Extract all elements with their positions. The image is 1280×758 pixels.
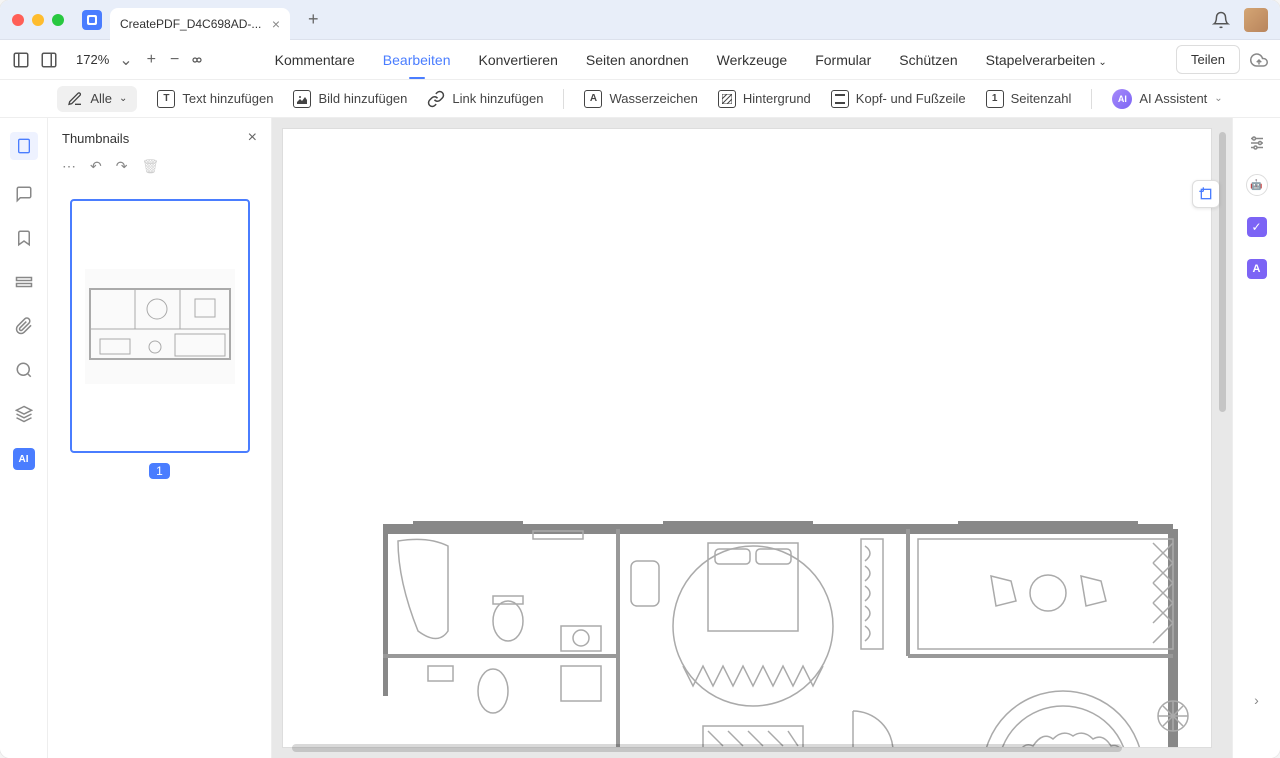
thumbnails-close-icon[interactable]: × — [248, 129, 257, 147]
ai-chat-icon[interactable]: 🤖 — [1246, 174, 1268, 196]
background-icon — [718, 90, 736, 108]
right-panel-toggle-icon[interactable] — [40, 51, 58, 69]
tab-close-icon[interactable]: × — [272, 16, 280, 32]
attachments-rail-icon[interactable] — [14, 316, 34, 336]
main-menu: Kommentare Bearbeiten Konvertieren Seite… — [275, 52, 1107, 68]
thumb-rotate-right-icon[interactable]: ↷ — [116, 158, 128, 175]
menu-bearbeiten[interactable]: Bearbeiten — [383, 52, 451, 68]
toolbar: 172% ⌄ + − Kommentare Bearbeiten Konvert… — [0, 40, 1280, 80]
thumbnails-panel: Thumbnails × ⋯ ↶ ↷ 🗑 — [48, 118, 272, 758]
thumbnails-title: Thumbnails — [62, 131, 129, 146]
zoom-out-button[interactable]: − — [166, 51, 183, 69]
app-icon — [82, 10, 102, 30]
fields-rail-icon[interactable] — [14, 272, 34, 292]
thumbnail-page-1[interactable] — [70, 199, 250, 453]
edit-all-label: Alle — [90, 91, 112, 106]
notifications-icon[interactable] — [1212, 11, 1230, 29]
edit-subtoolbar: Alle ⌄ T Text hinzufügen Bild hinzufügen… — [0, 80, 1280, 118]
menu-konvertieren[interactable]: Konvertieren — [479, 52, 558, 68]
fit-page-icon[interactable] — [189, 52, 205, 68]
menu-seiten-anordnen[interactable]: Seiten anordnen — [586, 52, 689, 68]
horizontal-scrollbar[interactable] — [292, 744, 1122, 752]
watermark-icon: A — [584, 90, 602, 108]
header-footer-icon — [831, 90, 849, 108]
layers-rail-icon[interactable] — [14, 404, 34, 424]
menu-stapelverarbeiten[interactable]: Stapelverarbeiten⌄ — [986, 52, 1107, 68]
thumbnail-page-number: 1 — [149, 463, 170, 479]
expand-right-rail-icon[interactable]: › — [1254, 692, 1259, 708]
user-avatar[interactable] — [1244, 8, 1268, 32]
add-text-button[interactable]: T Text hinzufügen — [157, 90, 273, 108]
new-tab-button[interactable]: + — [308, 9, 319, 30]
thumbnails-rail-icon[interactable] — [10, 132, 38, 160]
bookmarks-rail-icon[interactable] — [14, 228, 34, 248]
text-icon: T — [157, 90, 175, 108]
menu-formular[interactable]: Formular — [815, 52, 871, 68]
menu-kommentare[interactable]: Kommentare — [275, 52, 355, 68]
ai-icon: AI — [1112, 89, 1132, 109]
zoom-value[interactable]: 172% — [76, 52, 109, 67]
watermark-button[interactable]: A Wasserzeichen — [584, 90, 697, 108]
left-panel-toggle-icon[interactable] — [12, 51, 30, 69]
add-link-button[interactable]: Link hinzufügen — [427, 90, 543, 108]
ai-rail-icon[interactable]: AI — [13, 448, 35, 470]
cloud-upload-icon[interactable] — [1250, 51, 1268, 69]
document-tab[interactable]: CreatePDF_D4C698AD-... × — [110, 8, 290, 40]
comments-rail-icon[interactable] — [14, 184, 34, 204]
titlebar: CreatePDF_D4C698AD-... × + — [0, 0, 1280, 40]
window-maximize[interactable] — [52, 14, 64, 26]
crop-tool-icon[interactable] — [1192, 180, 1220, 208]
document-page[interactable] — [282, 128, 1212, 748]
menu-werkzeuge[interactable]: Werkzeuge — [717, 52, 788, 68]
thumb-more-icon[interactable]: ⋯ — [62, 158, 76, 175]
add-image-button[interactable]: Bild hinzufügen — [293, 90, 407, 108]
edit-all-button[interactable]: Alle ⌄ — [57, 86, 137, 112]
window-minimize[interactable] — [32, 14, 44, 26]
window-close[interactable] — [12, 14, 24, 26]
check-icon[interactable]: ✓ — [1246, 216, 1268, 238]
page-number-button[interactable]: 1 Seitenzahl — [986, 90, 1072, 108]
tab-title: CreatePDF_D4C698AD-... — [120, 17, 264, 31]
thumb-rotate-left-icon[interactable]: ↶ — [90, 158, 102, 175]
right-rail: 🤖 ✓ A › — [1232, 118, 1280, 758]
page-number-icon: 1 — [986, 90, 1004, 108]
floorplan-drawing — [383, 521, 1211, 748]
search-rail-icon[interactable] — [14, 360, 34, 380]
left-rail: AI — [0, 118, 48, 758]
thumb-delete-icon[interactable]: 🗑 — [141, 158, 159, 175]
menu-schuetzen[interactable]: Schützen — [899, 52, 957, 68]
share-button[interactable]: Teilen — [1176, 45, 1240, 74]
ai-assistant-button[interactable]: AI AI Assistent ⌄ — [1112, 89, 1222, 109]
zoom-dropdown-icon[interactable]: ⌄ — [115, 50, 136, 70]
vertical-scrollbar[interactable] — [1219, 132, 1226, 412]
header-footer-button[interactable]: Kopf- und Fußzeile — [831, 90, 966, 108]
properties-icon[interactable] — [1246, 132, 1268, 154]
background-button[interactable]: Hintergrund — [718, 90, 811, 108]
link-icon — [427, 90, 445, 108]
image-icon — [293, 90, 311, 108]
zoom-in-button[interactable]: + — [143, 51, 160, 69]
translate-icon[interactable]: A — [1246, 258, 1268, 280]
canvas-area[interactable] — [272, 118, 1232, 758]
